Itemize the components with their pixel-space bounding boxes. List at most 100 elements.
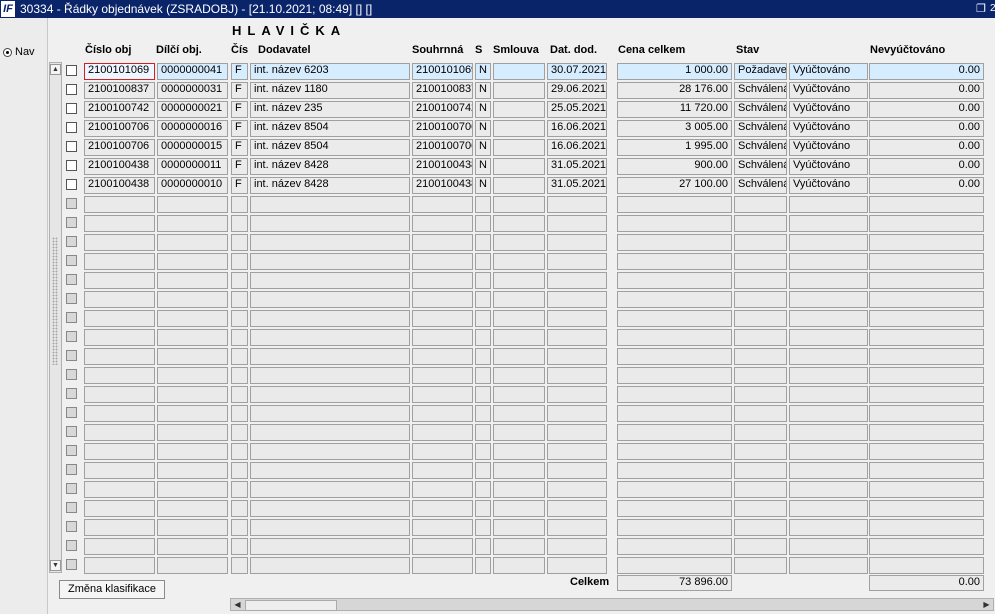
cena-celkem-cell[interactable] xyxy=(617,329,732,346)
dodavatel-cell[interactable]: int. název 1180 xyxy=(250,82,410,99)
s-cell[interactable] xyxy=(475,291,491,308)
smlouva-cell[interactable] xyxy=(493,82,545,99)
s-cell[interactable] xyxy=(475,481,491,498)
dodavatel-cell[interactable] xyxy=(250,481,410,498)
nevyuctovano-cell[interactable] xyxy=(869,500,984,517)
restore-window-icon[interactable]: ❐ xyxy=(976,0,988,18)
cislo-obj-cell[interactable]: 2100101069 xyxy=(84,63,155,80)
cena-celkem-cell[interactable]: 1 000.00 xyxy=(617,63,732,80)
cis-cell[interactable] xyxy=(231,500,248,517)
cislo-obj-cell[interactable] xyxy=(84,424,155,441)
stav-vyuctovani-cell[interactable] xyxy=(789,291,868,308)
dilci-obj-cell[interactable] xyxy=(157,405,228,422)
smlouva-cell[interactable] xyxy=(493,348,545,365)
dat-dod-cell[interactable] xyxy=(547,215,607,232)
cis-cell[interactable] xyxy=(231,405,248,422)
s-cell[interactable] xyxy=(475,272,491,289)
dodavatel-cell[interactable] xyxy=(250,462,410,479)
dat-dod-cell[interactable] xyxy=(547,443,607,460)
row-checkbox[interactable] xyxy=(66,559,77,570)
dodavatel-cell[interactable] xyxy=(250,519,410,536)
col-header-nevyuctovano[interactable]: Nevyúčtováno xyxy=(870,44,945,56)
stav-cell[interactable]: Schválená xyxy=(734,177,787,194)
cis-cell[interactable] xyxy=(231,367,248,384)
stav-vyuctovani-cell[interactable] xyxy=(789,310,868,327)
col-header-cislo-obj[interactable]: Číslo obj xyxy=(85,44,131,56)
smlouva-cell[interactable] xyxy=(493,329,545,346)
dat-dod-cell[interactable]: 31.05.2021 xyxy=(547,158,607,175)
dodavatel-cell[interactable] xyxy=(250,538,410,555)
s-cell[interactable]: N xyxy=(475,139,491,156)
stav-vyuctovani-cell[interactable]: Vyúčtováno xyxy=(789,139,868,156)
dilci-obj-cell[interactable] xyxy=(157,443,228,460)
col-header-smlouva[interactable]: Smlouva xyxy=(493,44,539,56)
stav-vyuctovani-cell[interactable]: Vyúčtováno xyxy=(789,177,868,194)
dodavatel-cell[interactable] xyxy=(250,310,410,327)
cena-celkem-cell[interactable] xyxy=(617,500,732,517)
dodavatel-cell[interactable]: int. název 8428 xyxy=(250,177,410,194)
nevyuctovano-cell[interactable]: 0.00 xyxy=(869,177,984,194)
s-cell[interactable] xyxy=(475,538,491,555)
scroll-down-icon[interactable]: ▼ xyxy=(50,560,61,571)
stav-cell[interactable] xyxy=(734,500,787,517)
stav-vyuctovani-cell[interactable]: Vyúčtováno xyxy=(789,63,868,80)
smlouva-cell[interactable] xyxy=(493,177,545,194)
cislo-obj-cell[interactable] xyxy=(84,557,155,574)
souhrnna-cell[interactable] xyxy=(412,386,473,403)
s-cell[interactable] xyxy=(475,386,491,403)
nevyuctovano-cell[interactable] xyxy=(869,329,984,346)
row-checkbox[interactable] xyxy=(66,217,77,228)
cis-cell[interactable] xyxy=(231,234,248,251)
cena-celkem-cell[interactable] xyxy=(617,538,732,555)
s-cell[interactable]: N xyxy=(475,177,491,194)
stav-vyuctovani-cell[interactable]: Vyúčtováno xyxy=(789,158,868,175)
row-checkbox[interactable] xyxy=(66,84,77,95)
cis-cell[interactable] xyxy=(231,462,248,479)
nevyuctovano-cell[interactable] xyxy=(869,462,984,479)
stav-vyuctovani-cell[interactable] xyxy=(789,481,868,498)
row-checkbox[interactable] xyxy=(66,293,77,304)
smlouva-cell[interactable] xyxy=(493,101,545,118)
dat-dod-cell[interactable] xyxy=(547,253,607,270)
cislo-obj-cell[interactable] xyxy=(84,538,155,555)
cislo-obj-cell[interactable] xyxy=(84,253,155,270)
smlouva-cell[interactable] xyxy=(493,367,545,384)
dodavatel-cell[interactable] xyxy=(250,234,410,251)
nevyuctovano-cell[interactable]: 0.00 xyxy=(869,82,984,99)
col-header-souhrnna[interactable]: Souhrnná xyxy=(412,44,463,56)
col-header-s[interactable]: S xyxy=(475,44,482,56)
smlouva-cell[interactable] xyxy=(493,272,545,289)
cislo-obj-cell[interactable] xyxy=(84,196,155,213)
souhrnna-cell[interactable]: 2100100706 xyxy=(412,120,473,137)
cis-cell[interactable] xyxy=(231,538,248,555)
cena-celkem-cell[interactable] xyxy=(617,462,732,479)
nevyuctovano-cell[interactable] xyxy=(869,538,984,555)
dodavatel-cell[interactable] xyxy=(250,253,410,270)
cislo-obj-cell[interactable] xyxy=(84,234,155,251)
stav-cell[interactable] xyxy=(734,291,787,308)
dilci-obj-cell[interactable] xyxy=(157,367,228,384)
nevyuctovano-cell[interactable] xyxy=(869,234,984,251)
cis-cell[interactable]: F xyxy=(231,63,248,80)
s-cell[interactable]: N xyxy=(475,82,491,99)
stav-cell[interactable] xyxy=(734,443,787,460)
cena-celkem-cell[interactable]: 28 176.00 xyxy=(617,82,732,99)
row-checkbox[interactable] xyxy=(66,122,77,133)
stav-vyuctovani-cell[interactable] xyxy=(789,234,868,251)
souhrnna-cell[interactable]: 2100100438 xyxy=(412,158,473,175)
cislo-obj-cell[interactable] xyxy=(84,348,155,365)
dodavatel-cell[interactable] xyxy=(250,557,410,574)
dodavatel-cell[interactable] xyxy=(250,272,410,289)
dilci-obj-cell[interactable]: 0000000010 xyxy=(157,177,228,194)
stav-vyuctovani-cell[interactable] xyxy=(789,519,868,536)
souhrnna-cell[interactable] xyxy=(412,443,473,460)
scroll-right-icon[interactable]: ▶ xyxy=(981,599,992,610)
stav-vyuctovani-cell[interactable] xyxy=(789,272,868,289)
s-cell[interactable] xyxy=(475,234,491,251)
dodavatel-cell[interactable] xyxy=(250,443,410,460)
dodavatel-cell[interactable] xyxy=(250,367,410,384)
souhrnna-cell[interactable] xyxy=(412,405,473,422)
stav-vyuctovani-cell[interactable] xyxy=(789,538,868,555)
cena-celkem-cell[interactable] xyxy=(617,519,732,536)
cena-celkem-cell[interactable] xyxy=(617,348,732,365)
